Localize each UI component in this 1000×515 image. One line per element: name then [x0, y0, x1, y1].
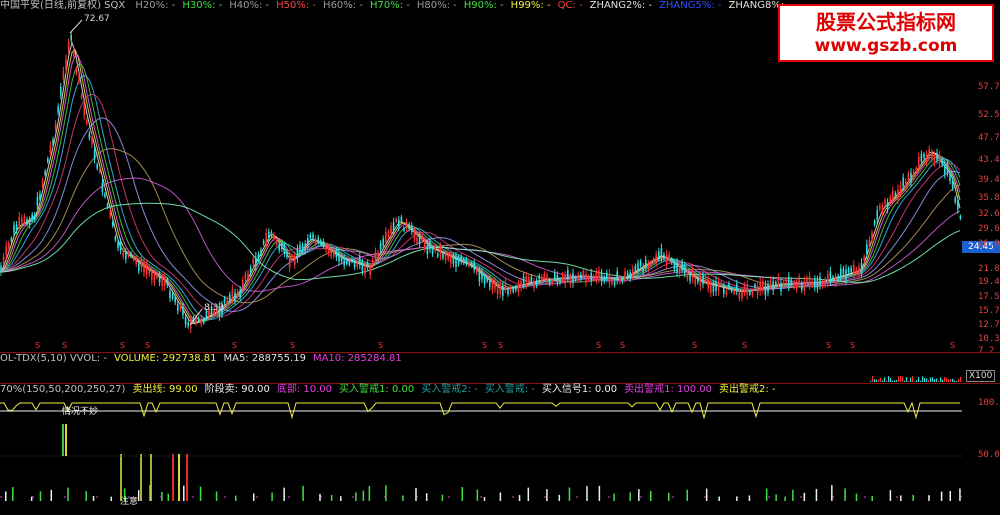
- svg-text:S: S: [742, 341, 747, 350]
- price-axis-tick: 29.6: [978, 224, 1000, 234]
- watermark-title: 股票公式指标网: [816, 10, 956, 34]
- svg-text:S: S: [378, 341, 383, 350]
- watermark-url: www.gszb.com: [814, 36, 958, 56]
- price-axis-tick: 10.3: [978, 334, 1000, 344]
- price-axis-tick: 19.4: [978, 277, 1000, 287]
- volume-chart[interactable]: [0, 353, 1000, 383]
- price-axis-tick: 35.8: [978, 193, 1000, 203]
- svg-text:S: S: [145, 341, 150, 350]
- volume-scale: X100: [966, 370, 996, 382]
- svg-text:S: S: [826, 341, 831, 350]
- signal-note-bad: 情况不妙: [62, 407, 99, 417]
- svg-text:S: S: [232, 341, 237, 350]
- signal-panel[interactable]: 70%(150,50,200,250,27) 卖出线: 99.00 阶段卖: 90.…: [0, 384, 1000, 515]
- price-axis-tick: 43.4: [978, 155, 1000, 165]
- price-axis-tick: 52.5: [978, 110, 1000, 120]
- price-axis-tick: 17.5: [978, 292, 1000, 302]
- svg-text:S: S: [596, 341, 601, 350]
- svg-text:S: S: [850, 341, 855, 350]
- svg-text:S: S: [62, 341, 67, 350]
- svg-text:S: S: [482, 341, 487, 350]
- price-axis-tick: 21.8: [978, 264, 1000, 274]
- svg-text:S: S: [120, 341, 125, 350]
- price-axis-tick: 39.4: [978, 175, 1000, 185]
- svg-text:S: S: [692, 341, 697, 350]
- high-label: 72.67: [84, 14, 110, 24]
- price-axis-tick: 26.9: [978, 239, 1000, 249]
- svg-text:S: S: [498, 341, 503, 350]
- price-axis-tick: 47.7: [978, 133, 1000, 143]
- price-axis-tick: 57.7: [978, 82, 1000, 92]
- low-label: 8.33: [204, 303, 225, 313]
- svg-text:S: S: [620, 341, 625, 350]
- signal-axis-tick: 50.0: [978, 450, 1000, 460]
- svg-text:S: S: [950, 341, 955, 350]
- price-axis-tick: 12.7: [978, 320, 1000, 330]
- volume-panel[interactable]: OL-TDX(5,10) VVOL: - VOLUME: 292738.81 MA5…: [0, 353, 1000, 383]
- price-axis-tick: 32.6: [978, 209, 1000, 219]
- signal-chart[interactable]: [0, 384, 1000, 515]
- signal-axis-tick: 100.: [978, 398, 1000, 408]
- signal-note-attention: 注意: [120, 497, 139, 507]
- price-axis-tick: 15.7: [978, 306, 1000, 316]
- svg-text:S: S: [290, 341, 295, 350]
- watermark-logo: 股票公式指标网 www.gszb.com: [778, 4, 994, 62]
- svg-text:S: S: [35, 341, 40, 350]
